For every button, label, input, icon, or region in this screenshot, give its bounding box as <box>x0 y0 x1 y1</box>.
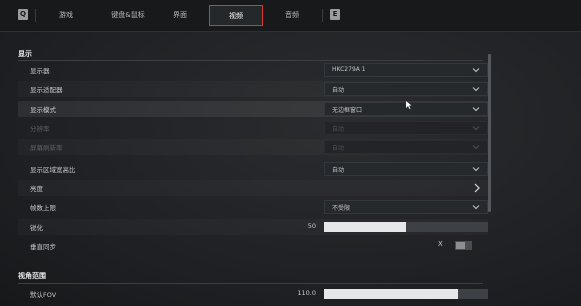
setting-label: 屏幕刷新率 <box>30 144 63 152</box>
setting-row-display-adapter[interactable]: 显示适配器 自动 <box>18 81 488 97</box>
setting-label: 显示区域宽高比 <box>30 166 76 174</box>
section-title-display: 显示 <box>18 50 32 58</box>
video-settings-screen: Q 游戏 键盘&鼠标 界面 视频 音频 E 显示 显示器 HKC279A 1 显… <box>0 0 581 306</box>
section-divider <box>18 60 483 61</box>
setting-row-resolution: 分辨率 自动 <box>18 120 488 136</box>
section-divider <box>18 283 483 284</box>
dropdown-value: 无边框窗口 <box>332 107 363 114</box>
tab-divider <box>35 9 36 22</box>
chevron-down-icon <box>472 167 480 172</box>
setting-row-brightness[interactable]: 亮度 <box>18 180 488 196</box>
dropdown-value: 自动 <box>332 87 345 94</box>
dropdown-value: 自动 <box>332 167 345 174</box>
chevron-down-icon <box>472 126 480 131</box>
dropdown-value: 自动 <box>332 145 345 152</box>
setting-row-refresh-rate: 屏幕刷新率 自动 <box>18 139 488 155</box>
section-title-fov: 视角范围 <box>18 272 46 280</box>
prev-tab-key-icon[interactable]: Q <box>18 9 28 20</box>
tab-interface[interactable]: 界面 <box>160 5 200 26</box>
chevron-right-icon[interactable] <box>472 182 482 194</box>
resolution-dropdown: 自动 <box>324 121 488 135</box>
setting-label: 显示模式 <box>30 106 56 114</box>
setting-label: 锐化 <box>30 224 43 232</box>
chevron-down-icon <box>472 145 480 150</box>
setting-row-aspect-ratio[interactable]: 显示区域宽高比 自动 <box>18 161 488 177</box>
setting-label: 垂直同步 <box>30 243 56 251</box>
refresh-rate-dropdown: 自动 <box>324 140 488 154</box>
setting-label: 帧数上限 <box>30 204 56 212</box>
slider-value: 110.0 <box>297 289 316 297</box>
monitor-dropdown[interactable]: HKC279A 1 <box>324 63 488 77</box>
chevron-down-icon <box>472 68 480 73</box>
toggle-state-label: X <box>438 240 443 248</box>
top-tab-bar: Q 游戏 键盘&鼠标 界面 视频 音频 E <box>0 0 581 32</box>
vsync-toggle[interactable] <box>455 241 472 250</box>
mouse-cursor-icon <box>406 101 412 109</box>
setting-label: 分辨率 <box>30 125 50 133</box>
setting-row-vsync[interactable]: 垂直同步 X <box>18 238 488 254</box>
setting-row-display-mode[interactable]: 显示模式 无边框窗口 <box>18 101 488 117</box>
chevron-down-icon <box>472 205 480 210</box>
dropdown-value: 自动 <box>332 126 345 133</box>
setting-label: 默认FOV <box>30 291 57 299</box>
aspect-ratio-dropdown[interactable]: 自动 <box>324 162 488 176</box>
setting-label: 亮度 <box>30 185 43 193</box>
chevron-down-icon <box>472 107 480 112</box>
sharpening-slider[interactable] <box>324 222 488 232</box>
tab-divider <box>322 9 323 22</box>
tab-game[interactable]: 游戏 <box>46 5 86 26</box>
display-adapter-dropdown[interactable]: 自动 <box>324 82 488 96</box>
tab-keyboard-mouse[interactable]: 键盘&鼠标 <box>98 5 158 26</box>
frame-limit-dropdown[interactable]: 不受限 <box>324 200 488 214</box>
setting-label: 显示器 <box>30 67 50 75</box>
dropdown-value: 不受限 <box>332 205 351 212</box>
scrollbar[interactable] <box>488 54 491 212</box>
next-tab-key-icon[interactable]: E <box>330 9 340 20</box>
setting-label: 显示适配器 <box>30 86 63 94</box>
setting-row-default-fov[interactable]: 默认FOV 110.0 <box>18 286 488 302</box>
setting-row-frame-limit[interactable]: 帧数上限 不受限 <box>18 199 488 215</box>
setting-row-monitor[interactable]: 显示器 HKC279A 1 <box>18 62 488 78</box>
dropdown-value: HKC279A 1 <box>332 66 366 73</box>
slider-value: 50 <box>307 222 316 230</box>
setting-row-sharpening[interactable]: 锐化 50 <box>18 219 488 235</box>
slider-fill <box>324 222 406 232</box>
chevron-down-icon <box>472 87 480 92</box>
tab-video[interactable]: 视频 <box>209 5 263 26</box>
tab-audio[interactable]: 音频 <box>272 5 312 26</box>
fov-slider[interactable] <box>324 289 488 299</box>
slider-fill <box>324 289 459 299</box>
toggle-knob <box>456 242 465 249</box>
